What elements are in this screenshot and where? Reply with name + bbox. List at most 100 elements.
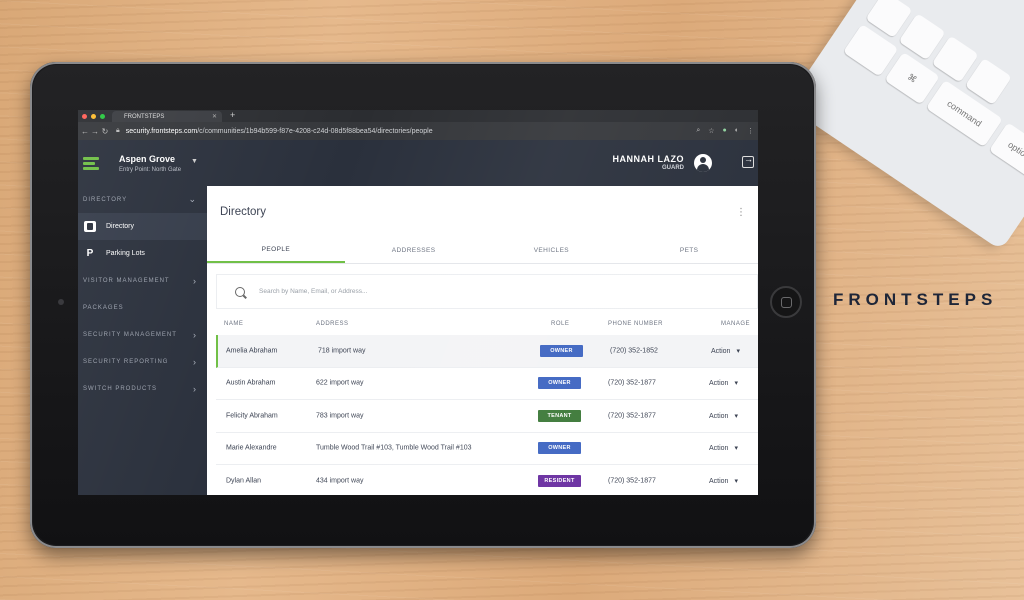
sidebar-section-label: PACKAGES xyxy=(83,304,124,311)
zoom-icon[interactable]: ⌕ xyxy=(696,127,700,135)
camera-dot xyxy=(58,299,64,305)
cell-address: 622 import way xyxy=(316,379,364,387)
sidebar-item-directory[interactable]: Directory xyxy=(78,213,207,240)
community-switcher[interactable]: Aspen Grove Entry Point: North Gate xyxy=(119,154,181,173)
table-row[interactable]: Felicity Abraham 783 import way TENANT (… xyxy=(216,400,758,433)
directory-tabs: PEOPLE ADDRESSES VEHICLES PETS xyxy=(207,238,758,264)
cell-phone: (720) 352-1877 xyxy=(608,412,656,420)
browser-address-bar: ← → ↻ 🔒︎ security.frontsteps.com/c/commu… xyxy=(78,122,758,140)
minimize-window-dot[interactable] xyxy=(91,113,96,119)
action-dropdown[interactable]: Action xyxy=(709,444,738,452)
sidebar-section-label: DIRECTORY xyxy=(83,196,128,203)
tab-people[interactable]: PEOPLE xyxy=(207,238,345,263)
sidebar-section-label: SECURITY MANAGEMENT xyxy=(83,331,177,338)
key-command: ⌘ xyxy=(884,51,940,105)
user-name: HANNAH LAZO xyxy=(612,154,684,164)
table-row[interactable]: Austin Abraham 622 import way OWNER (720… xyxy=(216,368,758,400)
chevron-right-icon: › xyxy=(193,383,197,394)
maximize-window-dot[interactable] xyxy=(100,113,105,119)
cell-name: Austin Abraham xyxy=(226,379,276,387)
cell-phone: (720) 352-1877 xyxy=(608,477,656,485)
chevron-up-icon: ⌄ xyxy=(188,194,197,204)
cell-address: 718 import way xyxy=(318,347,366,355)
sidebar-item-label: Parking Lots xyxy=(106,250,145,257)
avatar[interactable] xyxy=(694,154,712,172)
action-dropdown[interactable]: Action xyxy=(709,477,738,485)
tab-addresses[interactable]: ADDRESSES xyxy=(345,238,483,263)
home-button[interactable] xyxy=(770,286,802,318)
chevron-right-icon: › xyxy=(193,275,197,286)
new-tab-icon[interactable]: + xyxy=(230,110,235,120)
browser-tab-strip: FRONTSTEPS ✕ + xyxy=(78,110,758,122)
chevron-down-icon[interactable]: ▼ xyxy=(191,158,198,165)
sidebar-section-visitor-management[interactable]: VISITOR MANAGEMENT › xyxy=(78,267,207,294)
sidebar-section-security-reporting[interactable]: SECURITY REPORTING › xyxy=(78,348,207,375)
frontsteps-brand-wordmark: FRONTSTEPS xyxy=(833,290,998,309)
chevron-right-icon: › xyxy=(193,356,197,367)
cell-address: 434 import way xyxy=(316,477,364,485)
sidebar: DIRECTORY ⌄ Directory P Parking Lots VIS… xyxy=(78,186,207,495)
search-input[interactable]: Search by Name, Email, or Address... xyxy=(259,288,367,295)
home-button-icon xyxy=(780,296,792,308)
url-path: /c/communities/1b94b599-f87e-4208-c24d-0… xyxy=(197,127,433,135)
table-header: NAME ADDRESS ROLE PHONE NUMBER MANAGE xyxy=(216,313,758,335)
column-header-name[interactable]: NAME xyxy=(224,321,243,327)
cell-address: 783 import way xyxy=(316,412,364,420)
action-dropdown[interactable]: Action xyxy=(711,347,740,355)
directory-card: Directory ⋮ PEOPLE ADDRESSES VEHICLES PE… xyxy=(207,186,758,495)
search-box[interactable]: Search by Name, Email, or Address... xyxy=(216,274,758,309)
cell-name: Felicity Abraham xyxy=(226,412,278,420)
logout-icon[interactable] xyxy=(742,154,754,168)
people-table: Amelia Abraham 718 import way OWNER (720… xyxy=(216,335,758,495)
tab-vehicles[interactable]: VEHICLES xyxy=(483,238,621,263)
extension-icon[interactable]: ● xyxy=(723,127,727,135)
sidebar-item-parking-lots[interactable]: P Parking Lots xyxy=(78,240,207,267)
table-row[interactable]: Dylan Allan 434 import way RESIDENT (720… xyxy=(216,465,758,495)
cell-name: Dylan Allan xyxy=(226,477,262,485)
more-options-icon[interactable]: ⋮ xyxy=(736,207,746,218)
column-header-address[interactable]: ADDRESS xyxy=(316,321,349,327)
action-dropdown[interactable]: Action xyxy=(709,379,738,387)
url-text[interactable]: security.frontsteps.com/c/communities/1b… xyxy=(126,128,433,135)
close-tab-icon[interactable]: ✕ xyxy=(212,113,217,120)
action-dropdown[interactable]: Action xyxy=(709,412,738,420)
cell-name: Amelia Abraham xyxy=(226,347,278,355)
sidebar-section-directory[interactable]: DIRECTORY ⌄ xyxy=(78,186,207,213)
app-header: Aspen Grove Entry Point: North Gate ▼ HA… xyxy=(78,140,758,186)
role-badge: OWNER xyxy=(538,377,581,390)
sidebar-section-label: SWITCH PRODUCTS xyxy=(83,385,157,392)
browser-tab-title: FRONTSTEPS xyxy=(124,113,165,120)
forward-arrow-icon[interactable]: → xyxy=(90,127,100,136)
browser-tab[interactable]: FRONTSTEPS ✕ xyxy=(112,111,222,122)
table-row[interactable]: Marie Alexandre Tumble Wood Trail #103, … xyxy=(216,433,758,465)
back-arrow-icon[interactable]: ← xyxy=(80,127,90,136)
main-content: Directory ⋮ PEOPLE ADDRESSES VEHICLES PE… xyxy=(207,186,758,495)
browser-menu-icon[interactable]: ⋮ xyxy=(747,127,754,135)
reload-icon[interactable]: ↻ xyxy=(100,127,110,136)
cell-address: Tumble Wood Trail #103, Tumble Wood Trai… xyxy=(316,444,472,452)
role-badge: RESIDENT xyxy=(538,474,581,487)
lock-icon: 🔒︎ xyxy=(116,127,120,134)
sidebar-section-label: SECURITY REPORTING xyxy=(83,358,169,365)
sidebar-section-security-management[interactable]: SECURITY MANAGEMENT › xyxy=(78,321,207,348)
chevron-right-icon: › xyxy=(193,329,197,340)
parking-icon: P xyxy=(86,248,94,259)
sidebar-section-packages[interactable]: PACKAGES xyxy=(78,294,207,321)
table-row[interactable]: Amelia Abraham 718 import way OWNER (720… xyxy=(216,335,758,368)
profile-icon[interactable]: ◐ xyxy=(735,127,739,135)
column-header-phone[interactable]: PHONE NUMBER xyxy=(608,321,663,327)
community-name: Aspen Grove xyxy=(119,153,176,164)
sidebar-section-switch-products[interactable]: SWITCH PRODUCTS › xyxy=(78,375,207,402)
user-info: HANNAH LAZO GUARD xyxy=(613,154,685,171)
entry-point: Entry Point: North Gate xyxy=(119,166,182,173)
cell-phone: (720) 352-1852 xyxy=(610,347,658,355)
close-window-dot[interactable] xyxy=(82,113,87,119)
url-host: security.frontsteps.com xyxy=(125,127,198,135)
id-card-icon xyxy=(84,221,96,232)
user-role: GUARD xyxy=(662,165,684,171)
column-header-role[interactable]: ROLE xyxy=(551,321,569,327)
bookmark-star-icon[interactable]: ☆ xyxy=(708,127,714,135)
sidebar-section-label: VISITOR MANAGEMENT xyxy=(83,277,170,284)
role-badge: OWNER xyxy=(538,442,581,455)
tab-pets[interactable]: PETS xyxy=(620,238,758,263)
